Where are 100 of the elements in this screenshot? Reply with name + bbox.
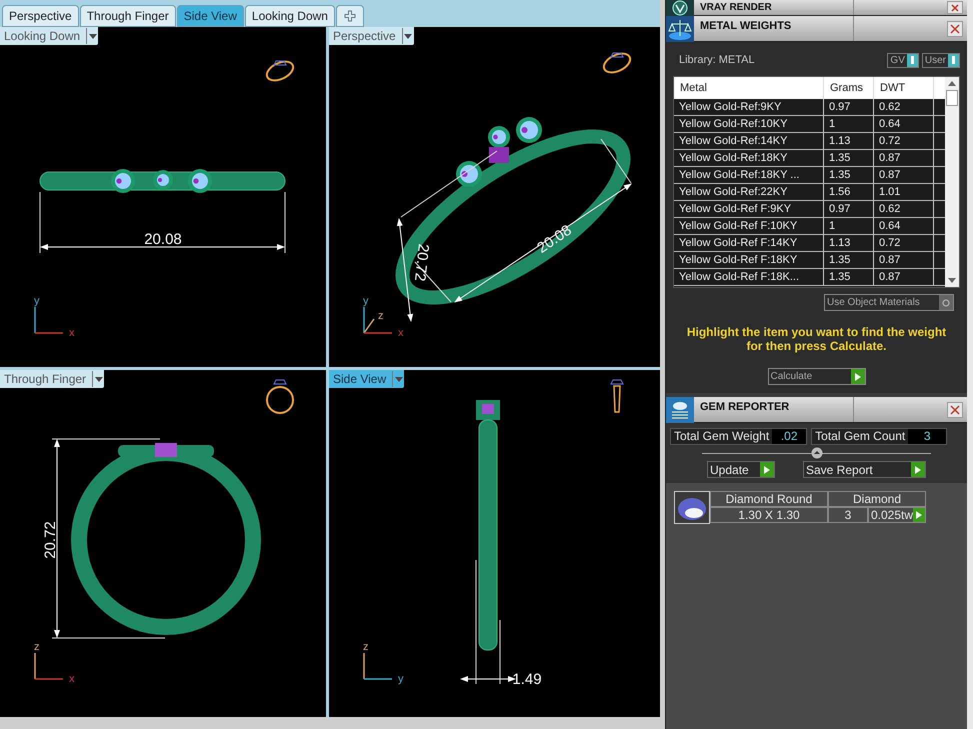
toggle-indicator-icon <box>910 56 914 64</box>
panel-title: VRAY RENDER <box>694 0 854 15</box>
plus-icon <box>344 10 356 22</box>
report-icon <box>666 397 694 423</box>
dimension-label: 1.49 <box>512 671 542 688</box>
axis-label: x <box>69 327 74 339</box>
column-header[interactable]: Metal <box>674 77 824 99</box>
play-icon <box>915 466 921 474</box>
render-logo-icon <box>666 0 694 16</box>
table-cell: 0.87 <box>874 252 934 268</box>
table-cell: 0.72 <box>874 235 934 251</box>
play-icon <box>764 466 770 474</box>
caret-icon <box>94 376 103 382</box>
table-cell: Yellow Gold-Ref F:14KY <box>674 235 824 251</box>
ring-orientation-icon <box>602 52 632 74</box>
table-cell: 0.025tw <box>871 508 914 522</box>
update-button[interactable]: Update <box>707 461 775 478</box>
calculate-button[interactable]: Calculate <box>768 368 866 385</box>
table-cell: 0.97 <box>824 99 874 115</box>
view-tab[interactable]: Through Finger <box>80 5 176 27</box>
axis-label: z <box>34 641 40 653</box>
axis-label: z <box>363 641 368 653</box>
axis-label: z <box>378 310 384 322</box>
play-icon <box>916 511 922 519</box>
instruction-text: Highlight the item you want to find the weight for then press Calculate. <box>686 325 948 353</box>
table-cell: 0.62 <box>874 99 934 115</box>
table-cell: 1 <box>824 116 874 132</box>
table-cell: 1.13 <box>824 235 874 251</box>
table-cell: 1.35 <box>824 167 874 183</box>
table-cell: 1.01 <box>874 184 934 200</box>
close-icon <box>951 4 959 12</box>
table-cell: 1.30 X 1.30 <box>710 507 828 523</box>
table-cell: 1.35 <box>824 269 874 285</box>
table-cell: Yellow Gold-Ref:22KY <box>674 184 824 200</box>
scroll-up-icon <box>948 81 956 86</box>
column-header[interactable]: DWT <box>874 77 934 99</box>
table-cell: Yellow Gold-Ref:18KY ... <box>674 167 824 183</box>
axis-label: y <box>363 295 368 307</box>
table-cell: 3 <box>828 507 868 523</box>
table-cell: 1.13 <box>824 133 874 149</box>
ring-orientation-icon <box>610 380 624 413</box>
view-tab[interactable]: Perspective <box>2 5 79 27</box>
column-header[interactable]: Grams <box>824 77 874 99</box>
toggle-indicator-icon <box>952 56 955 64</box>
viewport-menu[interactable]: Perspective <box>329 27 414 45</box>
panel-title: GEM REPORTER <box>694 397 854 422</box>
close-button[interactable] <box>947 1 963 14</box>
axis-label: y <box>34 295 40 307</box>
scroll-thumb[interactable] <box>946 90 958 106</box>
table-cell: Yellow Gold-Ref:10KY <box>674 116 824 132</box>
table-cell: Yellow Gold-Ref:14KY <box>674 133 824 149</box>
table-cell: 0.62 <box>874 201 934 217</box>
table-cell: 0.64 <box>874 218 934 234</box>
table-cell: Diamond Round <box>710 491 828 507</box>
dimension-label: 20.72 <box>42 521 59 559</box>
scale-icon <box>666 16 694 42</box>
table-cell: Yellow Gold-Ref F:18K... <box>674 269 824 285</box>
use-object-materials-toggle[interactable]: Use Object Materials <box>824 294 954 311</box>
view-tab[interactable]: Side View <box>176 5 244 27</box>
dimension-label: 20.08 <box>144 231 182 248</box>
close-icon <box>950 404 960 414</box>
axis-icon <box>363 653 392 680</box>
table-cell: 1.35 <box>824 150 874 166</box>
expand-button[interactable] <box>913 508 925 522</box>
axis-label: x <box>398 327 404 339</box>
radio-icon <box>942 298 950 306</box>
axis-icon <box>34 653 63 680</box>
table-cell: Yellow Gold-Ref F:18KY <box>674 252 824 268</box>
close-icon <box>950 24 960 34</box>
scrollbar[interactable] <box>945 77 959 287</box>
axis-icon <box>34 307 63 334</box>
scroll-down-icon <box>948 278 956 283</box>
library-label: Library: METAL <box>678 52 756 68</box>
splitter-handle-icon <box>810 447 822 459</box>
table-cell: Yellow Gold-Ref:18KY <box>674 150 824 166</box>
table-cell: Yellow Gold-Ref:9KY <box>674 99 824 115</box>
table-cell: 1.56 <box>824 184 874 200</box>
library-toggle[interactable]: User <box>922 52 960 68</box>
close-button[interactable] <box>947 402 963 418</box>
table-cell: 0.97 <box>824 201 874 217</box>
table-cell: 1 <box>824 218 874 234</box>
table-cell: Yellow Gold-Ref F:10KY <box>674 218 824 234</box>
viewport-menu[interactable]: Looking Down <box>0 27 98 45</box>
library-toggle[interactable]: GV <box>887 52 919 68</box>
viewport-menu[interactable]: Through Finger <box>0 370 104 388</box>
caret-icon <box>404 34 412 38</box>
caret-icon <box>394 376 403 382</box>
table-cell: Yellow Gold-Ref F:9KY <box>674 201 824 217</box>
view-tab[interactable]: Looking Down <box>244 5 335 27</box>
save-report-button[interactable]: Save Report <box>803 461 926 478</box>
axis-label: x <box>69 673 74 685</box>
close-button[interactable] <box>947 20 963 36</box>
dimension-label: 20.72 <box>411 242 432 282</box>
add-tab-button[interactable] <box>336 5 364 27</box>
play-icon <box>854 372 860 380</box>
panel-title: METAL WEIGHTS <box>694 16 854 41</box>
viewport-menu[interactable]: Side View <box>329 370 404 388</box>
table-cell: 1.35 <box>824 252 874 268</box>
table-cell: Diamond <box>828 491 926 507</box>
axis-icon <box>363 307 392 334</box>
